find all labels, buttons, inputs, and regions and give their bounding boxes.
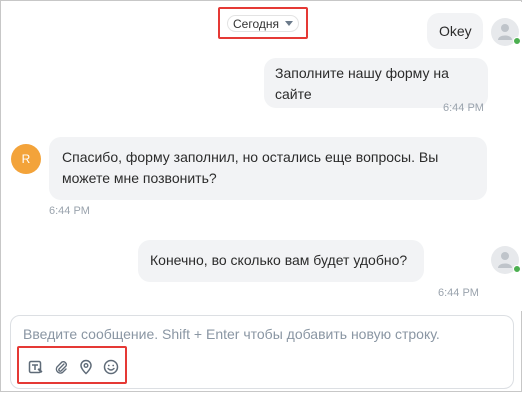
message-timestamp: 6:44 PM <box>438 287 479 299</box>
message-input[interactable]: Введите сообщение. Shift + Enter чтобы д… <box>23 326 440 342</box>
caret-down-icon <box>285 21 293 26</box>
message-bubble-outgoing: Okey <box>427 13 483 49</box>
message-text-line: Заполните нашу форму на <box>275 65 449 81</box>
composer-toolbar-highlight <box>17 346 127 384</box>
message-list: Сегодня Okey Заполните нашу форму на сай… <box>2 2 522 311</box>
message-bubble-outgoing: Конечно, во сколько вам будет удобно? <box>138 240 424 282</box>
chat-window: Сегодня Okey Заполните нашу форму на сай… <box>0 0 522 392</box>
message-composer[interactable]: Введите сообщение. Shift + Enter чтобы д… <box>10 315 514 389</box>
message-text-line: Спасибо, форму заполнил, но остались еще… <box>62 149 439 165</box>
online-status-dot <box>513 37 521 45</box>
user-icon <box>498 24 512 40</box>
customer-avatar: R <box>11 144 41 174</box>
message-text-line: можете мне позвонить? <box>62 170 217 186</box>
message-timestamp: 6:44 PM <box>49 205 90 217</box>
online-status-dot <box>513 265 521 273</box>
date-selector-highlight: Сегодня <box>218 7 308 39</box>
agent-avatar <box>491 246 521 274</box>
attach-icon[interactable] <box>52 358 70 376</box>
agent-avatar <box>491 18 521 46</box>
date-selector[interactable]: Сегодня <box>227 15 299 32</box>
message-bubble-outgoing: Заполните нашу форму на сайте <box>264 58 488 108</box>
user-icon <box>498 252 512 268</box>
message-timestamp: 6:44 PM <box>443 102 484 114</box>
customer-avatar-initial: R <box>21 152 31 166</box>
message-text: Okey <box>439 23 472 39</box>
emoji-icon[interactable] <box>102 358 120 376</box>
template-icon[interactable] <box>27 358 45 376</box>
message-bubble-incoming: Спасибо, форму заполнил, но остались еще… <box>49 137 487 200</box>
message-text: Конечно, во сколько вам будет удобно? <box>150 252 408 268</box>
date-selector-label: Сегодня <box>233 16 279 31</box>
location-icon[interactable] <box>77 358 95 376</box>
